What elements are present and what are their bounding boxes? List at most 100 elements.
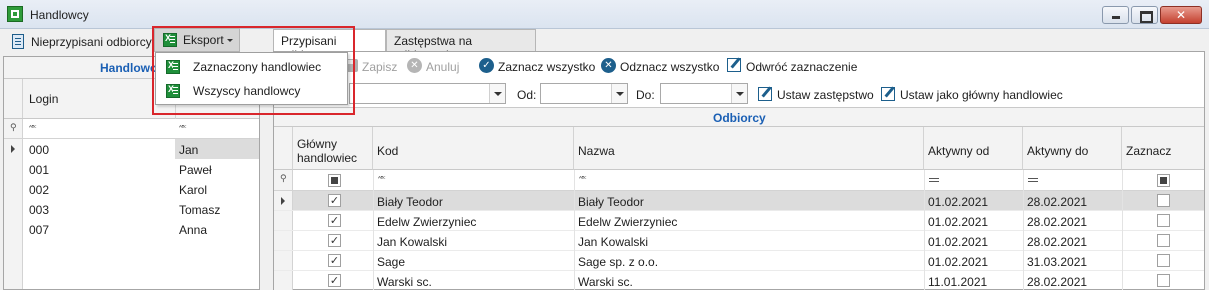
tab-substitutions[interactable]: Zastępstwa na odbiorcach xyxy=(386,29,536,62)
text-filter-icon[interactable] xyxy=(579,175,586,183)
select-checkbox[interactable] xyxy=(1157,254,1170,267)
header-text: Aktywny do xyxy=(1027,144,1089,158)
cancel-button[interactable]: Anuluj xyxy=(426,60,459,74)
clipboard-icon xyxy=(12,34,24,49)
table-row[interactable]: ✓ Jan Kowalski Jan Kowalski 01.02.2021 2… xyxy=(274,231,1204,251)
date-from-field[interactable] xyxy=(540,83,628,104)
chevron-down-icon[interactable] xyxy=(489,84,505,103)
name-cell: Sage sp. z o.o. xyxy=(578,255,659,269)
table-row[interactable]: ✓ Biały Teodor Biały Teodor 01.02.2021 2… xyxy=(274,191,1204,211)
current-row-icon xyxy=(281,197,285,205)
table-row[interactable]: ✓ Warski sc. Warski sc. 11.01.2021 28.02… xyxy=(274,271,1204,290)
column-header-name[interactable]: Nazwa xyxy=(574,127,924,170)
salespeople-filter-row: ⚲ xyxy=(4,119,259,139)
column-header-active-from[interactable]: Aktywny od xyxy=(924,127,1023,170)
list-item[interactable]: 001 Paweł xyxy=(4,159,259,179)
main-checkbox[interactable]: ✓ xyxy=(328,234,341,247)
main-checkbox[interactable]: ✓ xyxy=(328,214,341,227)
list-item[interactable]: 007 Anna xyxy=(4,219,259,239)
active-from-cell: 01.02.2021 xyxy=(928,215,989,229)
list-item[interactable]: 003 Tomasz xyxy=(4,199,259,219)
equals-filter-icon[interactable] xyxy=(1028,178,1038,182)
current-row-icon xyxy=(11,145,15,153)
set-substitute-icon xyxy=(758,87,772,101)
active-to-cell: 28.02.2021 xyxy=(1027,215,1088,229)
to-label: Do: xyxy=(636,88,655,102)
minimize-button[interactable] xyxy=(1102,6,1129,24)
uncheck-all-icon: ✕ xyxy=(601,58,616,73)
salesperson-combo[interactable] xyxy=(349,83,506,104)
text-filter-icon[interactable] xyxy=(29,124,36,132)
name-cell: Edelw Zwierzyniec xyxy=(578,215,678,229)
cancel-icon: ✕ xyxy=(407,58,422,73)
name-cell: Paweł xyxy=(179,163,212,177)
header-text: Nazwa xyxy=(578,144,615,158)
column-header-login[interactable]: Login xyxy=(29,92,58,106)
name-cell: Anna xyxy=(179,223,208,237)
login-cell: 002 xyxy=(29,183,50,197)
list-item[interactable]: 002 Karol xyxy=(4,179,259,199)
save-button[interactable]: Zapisz xyxy=(362,60,397,74)
active-from-cell: 11.01.2021 xyxy=(928,275,988,289)
name-cell: Jan Kowalski xyxy=(578,235,649,249)
header-text: Kod xyxy=(377,144,399,158)
text-filter-icon[interactable] xyxy=(378,175,385,183)
from-label: Od: xyxy=(517,88,537,102)
main-checkbox[interactable]: ✓ xyxy=(328,274,341,287)
name-cell: Biały Teodor xyxy=(578,195,644,209)
set-substitute-button[interactable]: Ustaw zastępstwo xyxy=(777,88,874,102)
column-header-select[interactable]: Zaznacz xyxy=(1122,127,1204,170)
chevron-down-icon[interactable] xyxy=(611,84,627,103)
main-checkbox[interactable]: ✓ xyxy=(328,254,341,267)
select-checkbox[interactable] xyxy=(1157,214,1170,227)
set-main-salesperson-button[interactable]: Ustaw jako główny handlowiec xyxy=(900,88,1063,102)
window-title: Handlowcy xyxy=(30,8,89,22)
equals-filter-icon[interactable] xyxy=(929,178,939,182)
code-cell: Jan Kowalski xyxy=(377,235,448,249)
date-to-field[interactable] xyxy=(660,83,748,104)
table-row[interactable]: ✓ Edelw Zwierzyniec Edelw Zwierzyniec 01… xyxy=(274,211,1204,231)
column-header-active-to[interactable]: Aktywny do xyxy=(1023,127,1122,170)
select-checkbox[interactable] xyxy=(1157,194,1170,207)
customers-grid-title: Odbiorcy xyxy=(274,107,1204,127)
uncheck-all-button[interactable]: Odznacz wszystko xyxy=(620,60,719,74)
assigned-customers-panel: Zapisz ✕ Anuluj ✓ Zaznacz wszystko ✕ Odz… xyxy=(273,51,1205,290)
check-all-button[interactable]: Zaznacz wszystko xyxy=(498,60,595,74)
unassigned-customers-label: Nieprzypisani odbiorcy xyxy=(31,35,152,49)
column-header-code[interactable]: Kod xyxy=(373,127,574,170)
table-row[interactable]: ✓ Sage Sage sp. z o.o. 01.02.2021 31.03.… xyxy=(274,251,1204,271)
filter-pin-icon: ⚲ xyxy=(10,123,17,133)
header-text: Główny xyxy=(297,137,338,151)
code-cell: Sage xyxy=(377,255,406,269)
invert-selection-button[interactable]: Odwróć zaznaczenie xyxy=(746,60,857,74)
header-text: handlowiec xyxy=(297,151,358,165)
select-checkbox[interactable] xyxy=(1157,234,1170,247)
login-cell: 007 xyxy=(29,223,50,237)
close-button[interactable] xyxy=(1160,6,1202,24)
select-checkbox[interactable] xyxy=(1157,274,1170,287)
header-text: Zaznacz xyxy=(1126,144,1172,158)
main-filter-checkbox[interactable] xyxy=(328,174,341,187)
active-to-cell: 28.02.2021 xyxy=(1027,195,1088,209)
chevron-down-icon[interactable] xyxy=(731,84,747,103)
title-bar: Handlowcy xyxy=(0,0,1209,29)
text-filter-icon[interactable] xyxy=(179,124,186,132)
name-cell: Jan xyxy=(179,143,199,157)
filter-pin-icon: ⚲ xyxy=(280,174,287,184)
code-cell: Edelw Zwierzyniec xyxy=(377,215,477,229)
list-item[interactable]: 000 Jan xyxy=(4,139,259,159)
active-from-cell: 01.02.2021 xyxy=(928,195,989,209)
highlight-frame xyxy=(152,26,355,115)
maximize-button[interactable] xyxy=(1131,6,1158,24)
select-filter-checkbox[interactable] xyxy=(1157,174,1170,187)
main-checkbox[interactable]: ✓ xyxy=(328,194,341,207)
header-text: Aktywny od xyxy=(928,144,990,158)
login-cell: 001 xyxy=(29,163,50,177)
unassigned-customers-button[interactable]: Nieprzypisani odbiorcy xyxy=(12,33,152,51)
grid-title-text: Odbiorcy xyxy=(713,111,766,125)
app-icon xyxy=(7,6,23,22)
column-header-main[interactable]: Główny handlowiec xyxy=(293,127,373,170)
name-cell: Tomasz xyxy=(179,203,221,217)
active-to-cell: 28.02.2021 xyxy=(1027,235,1088,249)
set-main-icon xyxy=(881,87,895,101)
